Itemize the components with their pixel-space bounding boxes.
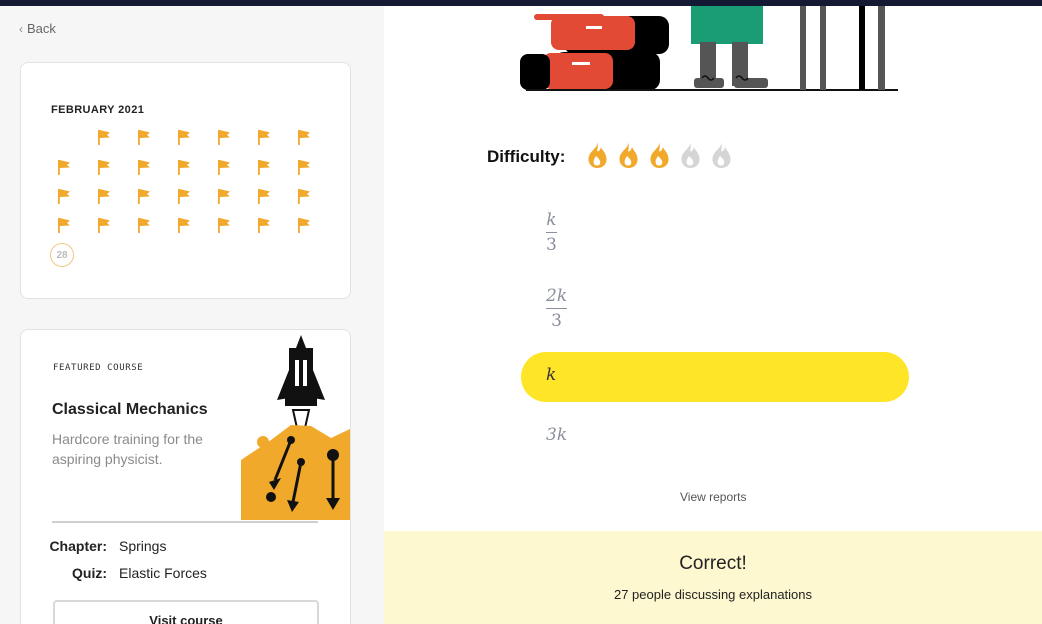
flame-active-icon xyxy=(614,139,643,174)
calendar-day-flag-icon xyxy=(137,159,155,177)
quiz-value: Elastic Forces xyxy=(119,565,207,581)
calendar-day-flag-icon xyxy=(137,217,155,235)
calendar-day-flag-icon xyxy=(57,188,75,206)
calendar-day-flag-icon xyxy=(177,217,195,235)
sidebar: ‹ Back FEBRUARY 2021 28 FEATURED COURSE … xyxy=(0,6,384,624)
calendar-day-flag-icon xyxy=(217,217,235,235)
calendar-month-title: FEBRUARY 2021 xyxy=(51,104,145,116)
rocket-illustration-icon xyxy=(241,335,350,520)
calendar-day-flag-icon xyxy=(217,159,235,177)
difficulty-rating: Difficulty: xyxy=(487,139,736,174)
course-description: Hardcore training for the aspiring physi… xyxy=(52,431,203,467)
calendar-day-flag-icon xyxy=(297,217,315,235)
difficulty-label: Difficulty: xyxy=(487,146,566,166)
calendar-day-flag-icon xyxy=(97,129,115,147)
calendar-day-flag-icon xyxy=(257,159,275,177)
calendar-day-flag-icon xyxy=(177,129,195,147)
answer-option-k[interactable]: k xyxy=(521,352,909,402)
flame-inactive-icon xyxy=(707,139,736,174)
flame-active-icon xyxy=(645,139,674,174)
option-fraction: k 3 xyxy=(546,210,557,255)
visit-course-button[interactable]: Visit course xyxy=(53,600,319,624)
calendar-day-flag-icon xyxy=(97,159,115,177)
chapter-value: Springs xyxy=(119,538,167,554)
fraction-bar xyxy=(546,232,557,233)
fraction-denominator: 3 xyxy=(546,235,557,255)
back-link[interactable]: ‹ Back xyxy=(19,21,56,36)
featured-course-card: FEATURED COURSE Classical Mechanics Hard… xyxy=(20,329,351,624)
calendar-day-flag-icon xyxy=(137,188,155,206)
option-fraction: 2k 3 xyxy=(546,286,568,331)
calendar-day-flag-icon xyxy=(177,188,195,206)
back-label: Back xyxy=(27,21,56,36)
card-divider xyxy=(52,521,318,523)
calendar-day-flag-icon xyxy=(297,188,315,206)
result-title: Correct! xyxy=(679,553,747,574)
calendar-day-flag-icon xyxy=(297,129,315,147)
calendar-day-flag-icon xyxy=(177,159,195,177)
calendar-day-flag-icon xyxy=(257,129,275,147)
result-panel: Correct! 27 people discussing explanatio… xyxy=(384,531,1042,624)
calendar-day-flag-icon xyxy=(97,217,115,235)
calendar-day-flag-icon xyxy=(57,159,75,177)
calendar-day-flag-icon xyxy=(257,217,275,235)
flame-active-icon xyxy=(583,139,612,174)
calendar-day-flag-icon xyxy=(257,188,275,206)
fraction-numerator: 2k xyxy=(546,286,568,306)
option-text: k xyxy=(546,365,557,385)
calendar-day-flag-icon xyxy=(217,188,235,206)
fraction-denominator: 3 xyxy=(551,311,562,331)
calendar-day-flag-icon xyxy=(217,129,235,147)
answer-option-2k-over-3[interactable]: 2k 3 xyxy=(521,282,909,332)
answer-option-3k[interactable]: 3k xyxy=(521,412,909,462)
discussion-link[interactable]: 27 people discussing explanations xyxy=(384,587,1042,602)
difficulty-flames xyxy=(583,139,736,174)
featured-course-label: FEATURED COURSE xyxy=(53,363,144,373)
flame-inactive-icon xyxy=(676,139,705,174)
calendar-day-flag-icon xyxy=(137,129,155,147)
calendar-day-flag-icon xyxy=(297,159,315,177)
chevron-left-icon: ‹ xyxy=(19,21,23,36)
main-content: Difficulty: k 3 2k 3 k 3k View reports C… xyxy=(384,6,1042,624)
quiz-key: Quiz: xyxy=(72,565,107,581)
chapter-key: Chapter: xyxy=(49,538,107,554)
streak-calendar-card: FEBRUARY 2021 28 xyxy=(20,62,351,299)
luggage-people-illustration-icon xyxy=(520,6,898,91)
answer-option-k-over-3[interactable]: k 3 xyxy=(521,202,909,255)
calendar-day-flag-icon xyxy=(97,188,115,206)
fraction-numerator: k xyxy=(546,210,557,230)
option-text: 3k xyxy=(546,425,568,445)
calendar-current-day[interactable]: 28 xyxy=(50,243,74,267)
calendar-day-flag-icon xyxy=(57,217,75,235)
course-title[interactable]: Classical Mechanics xyxy=(52,401,208,419)
fraction-bar xyxy=(546,308,568,309)
view-reports-link[interactable]: View reports xyxy=(680,490,746,504)
